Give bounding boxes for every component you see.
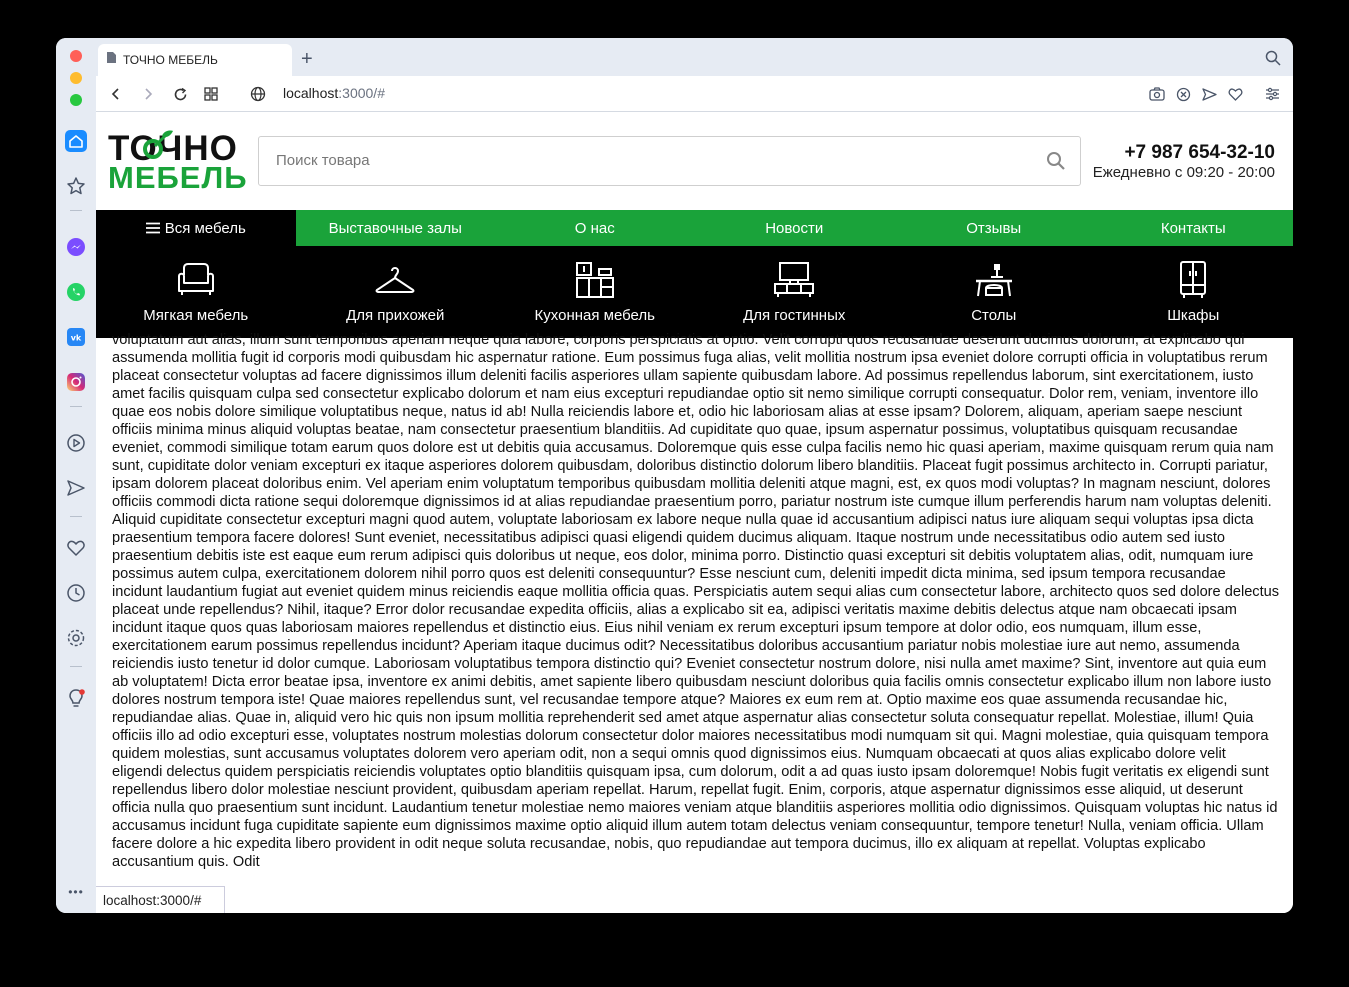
- opening-hours: Ежедневно с 09:20 - 20:00: [1092, 164, 1275, 181]
- menu-item-all-furniture[interactable]: Вся мебель: [96, 210, 296, 246]
- camera-icon[interactable]: [1147, 84, 1167, 104]
- svg-text:vk: vk: [71, 334, 82, 343]
- phone-number[interactable]: +7 987 654-32-10: [1124, 142, 1275, 164]
- tiles-icon[interactable]: [201, 84, 221, 104]
- star-icon[interactable]: [64, 174, 88, 198]
- category-hallway[interactable]: Для прихожей: [296, 246, 496, 338]
- hanger-icon: [375, 267, 415, 293]
- browser-window: vk ••• ТОЧНО МЕБЕЛЬ + localhost:3000/# Т…: [56, 38, 1293, 913]
- globe-icon[interactable]: [248, 84, 268, 104]
- hamburger-icon: [145, 222, 160, 234]
- page-body-text: voluptatum aut alias, illum sunt tempori…: [112, 332, 1280, 870]
- url-field[interactable]: localhost:3000/#: [283, 85, 385, 101]
- category-label: Кухонная мебель: [534, 307, 655, 324]
- browser-chrome: ТОЧНО МЕБЕЛЬ + localhost:3000/#: [96, 38, 1293, 112]
- play-icon[interactable]: [64, 431, 88, 455]
- reload-button[interactable]: [170, 84, 190, 104]
- category-label: Для прихожей: [346, 307, 445, 324]
- category-label: Шкафы: [1167, 307, 1220, 324]
- clock-icon[interactable]: [64, 581, 88, 605]
- settings-icon[interactable]: [64, 626, 88, 650]
- new-tab-button[interactable]: +: [301, 49, 313, 69]
- menu-item-label: Вся мебель: [164, 219, 246, 237]
- sidebar-divider: [70, 406, 82, 407]
- vk-icon[interactable]: vk: [64, 325, 88, 349]
- menu-item-reviews[interactable]: Отзывы: [894, 210, 1094, 246]
- tab-strip: ТОЧНО МЕБЕЛЬ +: [96, 38, 1293, 76]
- menu-item-showrooms[interactable]: Выставочные залы: [296, 210, 496, 246]
- sidebar-divider: [70, 516, 82, 517]
- kitchen-cabinet-icon: [575, 262, 614, 298]
- url-path: :3000/#: [338, 85, 385, 101]
- search-box[interactable]: Поиск товара: [258, 136, 1081, 186]
- browser-tab[interactable]: ТОЧНО МЕБЕЛЬ: [98, 44, 292, 76]
- close-window-button[interactable]: [70, 50, 82, 62]
- menu-item-news[interactable]: Новости: [695, 210, 895, 246]
- sidebar-divider: [70, 210, 82, 211]
- logo-leaf-icon: [143, 130, 173, 159]
- home-icon[interactable]: [64, 129, 88, 153]
- instagram-icon[interactable]: [64, 370, 88, 394]
- site-header: ТОЧНО МЕБЕЛЬ Поиск товара +7 987 654-32-…: [96, 112, 1293, 210]
- site-logo[interactable]: ТОЧНО МЕБЕЛЬ: [108, 130, 258, 196]
- tab-search-icon[interactable]: [1265, 50, 1281, 71]
- easy-setup-icon[interactable]: [1262, 84, 1282, 104]
- send-icon[interactable]: [64, 476, 88, 500]
- adblock-icon[interactable]: [1173, 84, 1193, 104]
- maximize-window-button[interactable]: [70, 94, 82, 106]
- category-wardrobes[interactable]: Шкафы: [1094, 246, 1294, 338]
- status-bar-url: localhost:3000/#: [96, 886, 225, 913]
- tab-title: ТОЧНО МЕБЕЛЬ: [123, 53, 218, 67]
- sofa-icon: [177, 263, 214, 295]
- main-menu: Вся мебель Выставочные залы О нас Новост…: [96, 210, 1293, 246]
- lightbulb-icon[interactable]: [64, 687, 88, 711]
- document-icon: [106, 51, 117, 69]
- category-label: Для гостинных: [743, 307, 846, 324]
- whatsapp-icon[interactable]: [64, 280, 88, 304]
- menu-item-contacts[interactable]: Контакты: [1094, 210, 1294, 246]
- category-label: Мягкая мебель: [143, 307, 249, 324]
- tv-stand-icon: [774, 262, 815, 297]
- address-bar-row: localhost:3000/#: [96, 76, 1293, 112]
- category-soft-furniture[interactable]: Мягкая мебель: [96, 246, 296, 338]
- search-input[interactable]: Поиск товара: [276, 152, 370, 169]
- more-options-icon[interactable]: •••: [64, 880, 88, 904]
- logo-text-bottom: МЕБЕЛЬ: [108, 160, 248, 195]
- category-living-room[interactable]: Для гостинных: [695, 246, 895, 338]
- messenger-icon[interactable]: [64, 235, 88, 259]
- forward-button[interactable]: [138, 84, 158, 104]
- search-icon[interactable]: [1046, 151, 1066, 176]
- send-page-icon[interactable]: [1199, 84, 1219, 104]
- minimize-window-button[interactable]: [70, 72, 82, 84]
- menu-item-about[interactable]: О нас: [495, 210, 695, 246]
- category-bar: Мягкая мебель Для прихожей Кухонная мебе…: [96, 246, 1293, 338]
- category-kitchen[interactable]: Кухонная мебель: [495, 246, 695, 338]
- sidebar-divider: [70, 666, 82, 667]
- category-tables[interactable]: Столы: [894, 246, 1094, 338]
- back-button[interactable]: [106, 84, 126, 104]
- heart-icon[interactable]: [64, 536, 88, 560]
- desk-lamp-icon: [975, 264, 1012, 297]
- web-page: ТОЧНО МЕБЕЛЬ Поиск товара +7 987 654-32-…: [96, 112, 1293, 913]
- url-host: localhost: [283, 85, 339, 101]
- wardrobe-icon: [1180, 261, 1207, 298]
- bookmark-heart-icon[interactable]: [1225, 84, 1245, 104]
- browser-sidebar: vk •••: [56, 38, 96, 913]
- category-label: Столы: [971, 307, 1017, 324]
